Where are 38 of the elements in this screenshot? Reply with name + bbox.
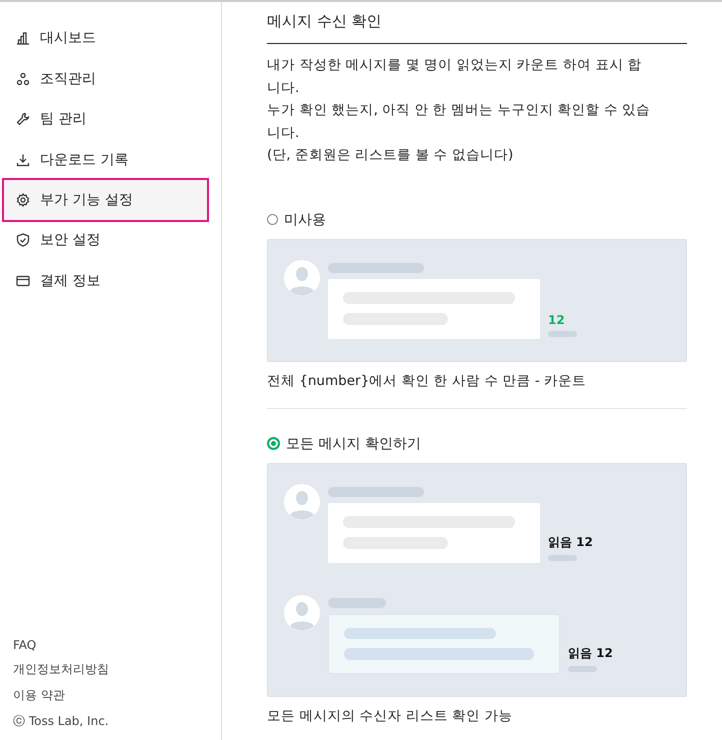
avatar-icon: [284, 260, 320, 296]
read-count: 12: [548, 312, 566, 326]
time-placeholder: [548, 330, 577, 336]
footer-link[interactable]: 이용 약관: [13, 687, 221, 704]
sidebar-item[interactable]: 대시보드: [2, 18, 209, 58]
section-title: 메시지 수신 확인: [267, 12, 687, 44]
sidebar-item[interactable]: 팀 관리: [2, 99, 209, 140]
sidebar-item[interactable]: 보안 설정: [2, 220, 209, 260]
card-icon: [16, 274, 30, 288]
avatar-icon: [284, 594, 320, 630]
option-caption: 모든 메시지의 수신자 리스트 확인 가능: [267, 706, 514, 724]
download-icon: [16, 152, 30, 167]
radio-option[interactable]: 미사용: [267, 210, 687, 228]
bar-chart-icon: [16, 31, 30, 46]
sidebar-item[interactable]: 조직관리: [2, 58, 209, 99]
description-text: 내가 작성한 메시지를 몇 명이 읽었는지 카운트 하여 표시 합니다.: [267, 56, 643, 98]
sidebar-item[interactable]: 다운로드 기록: [2, 140, 209, 180]
avatar-icon: [284, 484, 320, 520]
footer-link[interactable]: FAQ: [13, 638, 221, 652]
settings-icon: [16, 193, 30, 207]
time-placeholder: [548, 554, 577, 560]
radio-option[interactable]: 모든 메시지 확인하기: [267, 434, 687, 452]
description-text: 누가 확인 했는지, 아직 안 한 멤버는 누구인지 확인할 수 있습니다.: [267, 101, 652, 142]
sidebar-item[interactable]: 부가 기능 설정: [2, 178, 209, 222]
radio-icon[interactable]: [267, 437, 280, 450]
read-count: 읽음 12: [548, 534, 593, 550]
sidebar-item[interactable]: 결제 정보: [2, 260, 209, 301]
time-placeholder: [568, 666, 597, 672]
copyright: ⓒ Toss Lab, Inc.: [13, 713, 110, 730]
name-placeholder: [328, 598, 386, 608]
description-text: (단, 준회원은 리스트를 볼 수 없습니다): [267, 146, 514, 165]
shield-icon: [16, 233, 30, 248]
footer-link[interactable]: 개인정보처리방침: [13, 661, 221, 678]
option-caption: 전체 {number}에서 확인 한 사람 수 만큼 - 카운트: [267, 372, 588, 390]
read-count: 읽음 12: [568, 644, 613, 662]
people-icon: [16, 72, 30, 86]
radio-icon[interactable]: [267, 214, 278, 225]
wrench-icon: [16, 112, 30, 126]
